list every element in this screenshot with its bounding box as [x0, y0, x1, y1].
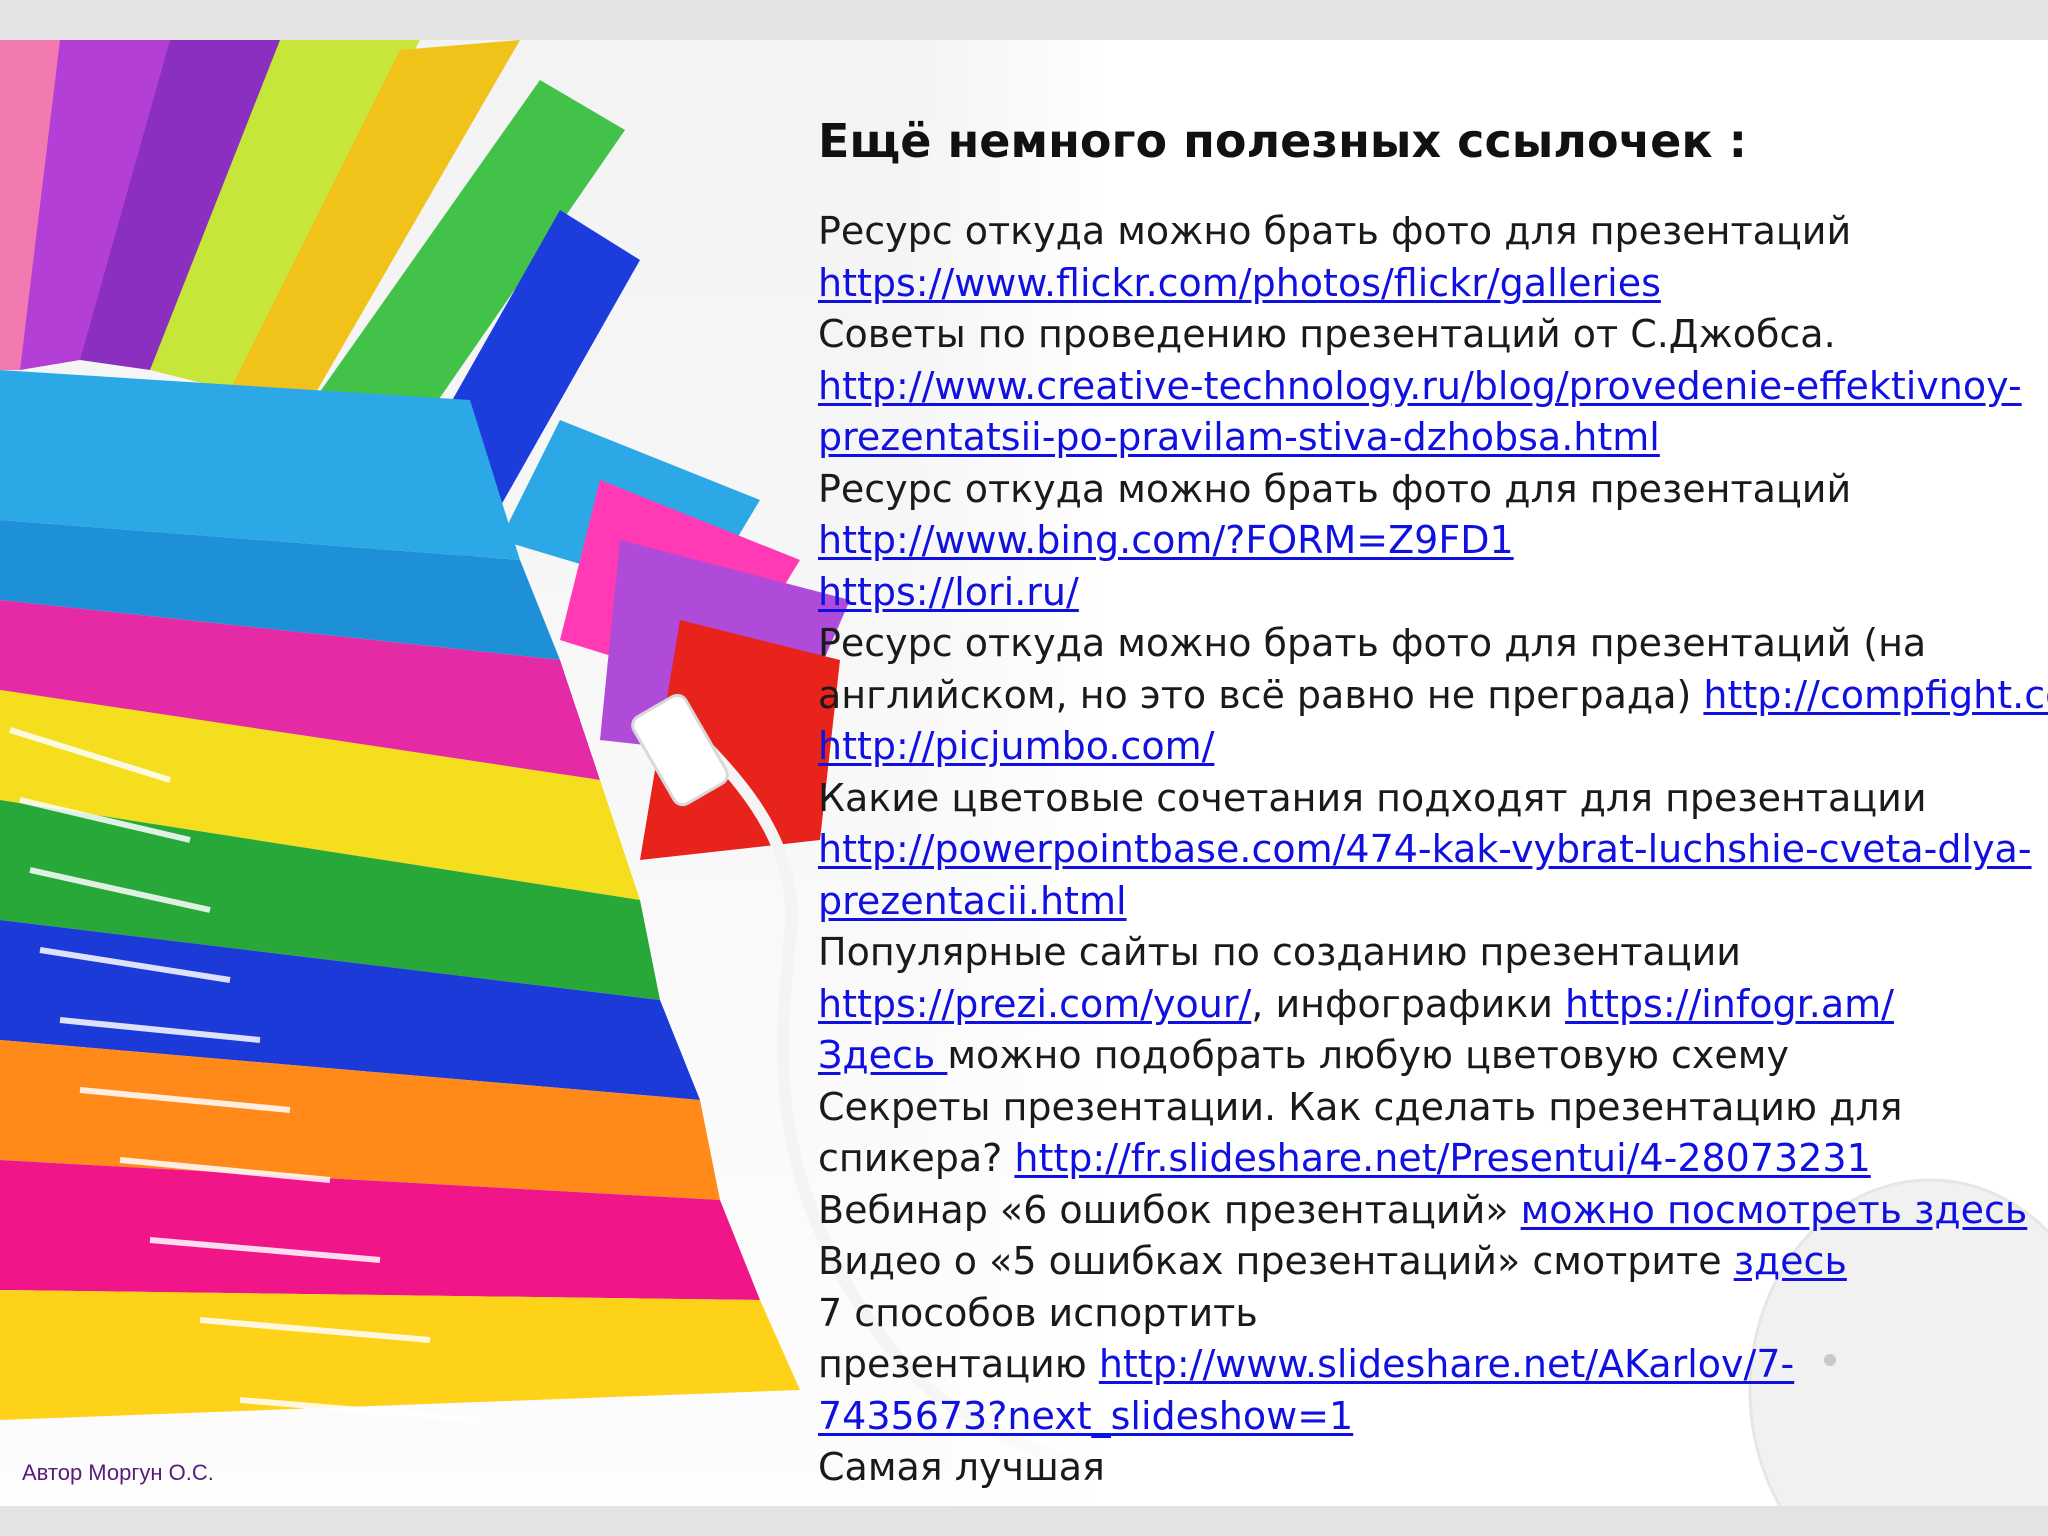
text-line: https://lori.ru/: [818, 567, 2033, 619]
line-text: презентацию: [818, 1342, 1099, 1386]
text-line: http://powerpointbase.com/474-kak-vybrat…: [818, 824, 2033, 876]
text-line: Видео о «5 ошибках презентаций» смотрите…: [818, 1236, 2033, 1288]
slide: Ещё немного полезных ссылочек : Ресурс о…: [0, 40, 2048, 1506]
line-text: , инфографики: [1251, 981, 1566, 1026]
text-line: Вебинар «6 ошибок презентаций» можно пос…: [818, 1185, 2033, 1237]
links-list: Ресурс откуда можно брать фото для презе…: [818, 206, 2048, 1494]
resource-link[interactable]: https://lori.ru/: [818, 570, 1079, 614]
text-line: http://www.creative-technology.ru/blog/p…: [818, 361, 2033, 413]
text-line: английском, но это всё равно не преграда…: [818, 670, 2048, 722]
resource-link[interactable]: http://www.slideshare.net/AKarlov/7-: [1099, 1342, 1794, 1386]
author-credit: Автор Моргун О.С.: [22, 1460, 214, 1485]
text-line: https://prezi.com/your/, инфографики htt…: [818, 979, 2033, 1031]
line-text: Какие цветовые сочетания подходят для пр…: [818, 775, 1927, 820]
text-line: prezentatsii-po-pravilam-stiva-dzhobsa.h…: [818, 412, 2033, 464]
resource-link[interactable]: http://www.bing.com/?FORM=Z9FD1: [818, 518, 1514, 562]
line-text: Вебинар «6 ошибок презентаций»: [818, 1187, 1521, 1232]
line-text: Ресурс откуда можно брать фото для презе…: [818, 209, 1852, 253]
text-line: Популярные сайты по созданию презентации: [818, 927, 2033, 979]
text-line: 7435673?next_slideshow=1: [818, 1391, 2033, 1443]
line-text: Самая лучшая: [818, 1445, 1105, 1489]
text-line: Секреты презентации. Как сделать презент…: [818, 1082, 2033, 1134]
text-line: Самая лучшая: [818, 1442, 2033, 1494]
text-line: http://picjumbo.com/: [818, 721, 2033, 773]
resource-link[interactable]: Здесь: [818, 1033, 947, 1077]
text-line: prezentacii.html: [818, 876, 2033, 928]
text-line: Здесь можно подобрать любую цветовую схе…: [818, 1030, 2033, 1082]
line-text: английском, но это всё равно не преграда…: [818, 672, 1704, 717]
text-line: Советы по проведению презентаций от С.Дж…: [818, 309, 2033, 361]
slide-title: Ещё немного полезных ссылочек :: [818, 114, 1748, 168]
line-text: Видео о «5 ошибках презентаций» смотрите: [818, 1239, 1734, 1283]
resource-link[interactable]: prezentatsii-po-pravilam-stiva-dzhobsa.h…: [818, 415, 1660, 459]
resource-link[interactable]: http://fr.slideshare.net/Presentui/4-280…: [1014, 1136, 1870, 1180]
text-line: Какие цветовые сочетания подходят для пр…: [818, 773, 2033, 825]
line-text: 7 способов испортить: [818, 1290, 1258, 1335]
text-line: спикера? http://fr.slideshare.net/Presen…: [818, 1133, 2033, 1185]
resource-link[interactable]: http://www.creative-technology.ru/blog/p…: [818, 364, 2022, 408]
text-line: http://www.bing.com/?FORM=Z9FD1: [818, 515, 2033, 567]
text-line: 7 способов испортить: [818, 1288, 2033, 1340]
resource-link[interactable]: здесь: [1734, 1239, 1847, 1283]
line-text: Советы по проведению презентаций от С.Дж…: [818, 312, 1836, 356]
line-text: спикера?: [818, 1136, 1015, 1180]
line-text: Ресурс откуда можно брать фото для презе…: [818, 466, 1852, 511]
resource-link[interactable]: https://www.flickr.com/photos/flickr/gal…: [818, 261, 1661, 305]
text-line: презентацию http://www.slideshare.net/AK…: [818, 1339, 2033, 1391]
resource-link[interactable]: prezentacii.html: [818, 879, 1127, 923]
resource-link[interactable]: 7435673?next_slideshow=1: [818, 1394, 1353, 1438]
text-line: Ресурс откуда можно брать фото для презе…: [818, 206, 2033, 258]
resource-link[interactable]: http://compfight.com/: [1703, 673, 2048, 717]
resource-link[interactable]: http://picjumbo.com/: [818, 724, 1214, 768]
line-text: Популярные сайты по созданию презентации: [818, 930, 1741, 974]
text-line: Ресурс откуда можно брать фото для презе…: [818, 464, 2033, 516]
line-text: можно подобрать любую цветовую схему: [947, 1033, 1789, 1077]
resource-link[interactable]: http://powerpointbase.com/474-kak-vybrat…: [818, 827, 2032, 871]
resource-link[interactable]: https://prezi.com/your/: [818, 982, 1251, 1026]
line-text: Секреты презентации. Как сделать презент…: [818, 1084, 1903, 1129]
resource-link[interactable]: можно посмотреть здесь: [1521, 1188, 2028, 1232]
line-text: Ресурс откуда можно брать фото для презе…: [818, 621, 1927, 665]
resource-link[interactable]: https://infogr.am/: [1565, 982, 1894, 1026]
text-line: Ресурс откуда можно брать фото для презе…: [818, 618, 2033, 670]
text-line: https://www.flickr.com/photos/flickr/gal…: [818, 258, 2033, 310]
